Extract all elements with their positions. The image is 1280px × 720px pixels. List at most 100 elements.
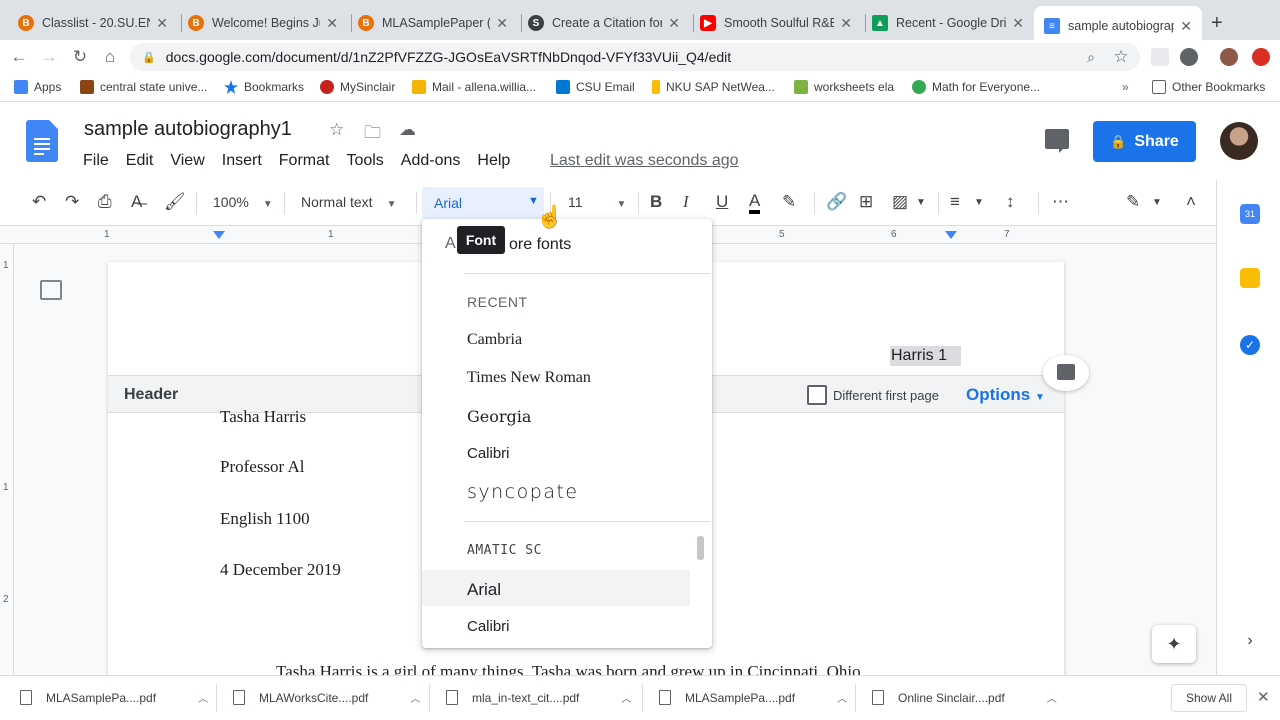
move-folder-icon[interactable]: 🗀 [364,120,381,149]
menu-file[interactable]: File [83,152,109,170]
text-color-icon[interactable]: A [749,192,761,214]
header-page-number[interactable]: Harris 1 [890,346,962,366]
bookmark-apps[interactable]: Apps [14,80,61,94]
bookmark-item[interactable]: central state unive... [80,80,207,94]
keep-icon[interactable] [1240,268,1260,288]
print-icon[interactable]: ⎙ [98,192,112,212]
different-first-page-checkbox[interactable] [807,385,827,405]
home-icon[interactable]: ⌂ [99,46,121,68]
bookmark-item[interactable]: MySinclair [320,80,395,94]
close-shelf-icon[interactable]: ✕ [1257,688,1270,706]
header-options-button[interactable]: Options ▼ [966,385,1045,405]
close-tab-icon[interactable]: ✕ [156,15,168,32]
undo-icon[interactable]: ↶ [32,192,46,212]
dropdown-scrollbar[interactable] [697,536,704,560]
bookmark-item[interactable]: Math for Everyone... [912,80,1040,94]
bookmarks-overflow-icon[interactable]: » [1122,80,1129,94]
extension-icon[interactable] [1180,48,1198,66]
right-indent-marker[interactable] [945,231,957,239]
share-button[interactable]: 🔒 Share [1093,121,1196,162]
document-title[interactable]: sample autobiography1 [84,118,292,141]
menu-addons[interactable]: Add-ons [401,152,461,170]
close-tab-icon[interactable]: ✕ [1180,18,1192,35]
font-size-select[interactable]: 11 ▼ [568,194,626,210]
close-tab-icon[interactable]: ✕ [668,15,680,32]
bookmark-item[interactable]: Bookmarks [224,80,304,94]
font-option-amatic-sc[interactable]: AMATIC SC [467,543,542,558]
explore-icon[interactable]: ✦ [1152,625,1196,663]
browser-tab[interactable]: ▲ Recent - Google Driv... ✕ [862,6,1034,40]
download-item[interactable]: MLAWorksCite....pdf ︿ [233,690,420,705]
menu-format[interactable]: Format [279,152,330,170]
account-avatar[interactable] [1220,122,1258,160]
line-spacing-icon[interactable]: ↕ [1006,192,1015,212]
document-outline-icon[interactable] [40,280,62,300]
menu-insert[interactable]: Insert [222,152,262,170]
font-option-calibri[interactable]: Calibri [467,618,510,635]
chevron-down-icon[interactable]: ▼ [916,197,926,208]
forward-icon[interactable]: → [38,46,60,68]
browser-tab[interactable]: B Welcome! Begins Ju... ✕ [178,6,348,40]
cloud-saved-icon[interactable]: ☁ [399,120,416,140]
bookmark-item[interactable]: CSU Email [556,80,635,94]
menu-tools[interactable]: Tools [346,152,383,170]
font-select[interactable]: Arial ▼ [422,187,544,219]
reload-icon[interactable]: ↻ [69,46,91,68]
zoom-icon[interactable]: ⌕ [1080,46,1102,68]
tasks-icon[interactable]: ✓ [1240,335,1260,355]
download-item[interactable]: mla_in-text_cit....pdf ︿ [446,690,631,705]
spellcheck-icon[interactable]: A̶ [131,192,142,212]
browser-tab[interactable]: B MLASamplePaper (1... ✕ [348,6,518,40]
other-bookmarks[interactable]: Other Bookmarks [1152,80,1265,94]
doc-line[interactable]: Tasha Harris [220,407,306,427]
chevron-up-icon[interactable]: ︿ [1047,690,1057,705]
font-option-cambria[interactable]: Cambria [467,331,522,349]
extension-icon[interactable] [1151,48,1169,66]
close-tab-icon[interactable]: ✕ [326,15,338,32]
back-icon[interactable]: ← [8,46,30,68]
chevron-down-icon[interactable]: ▼ [974,197,984,208]
close-tab-icon[interactable]: ✕ [496,15,508,32]
more-fonts-item[interactable]: ore fonts [509,236,571,254]
underline-icon[interactable]: U [716,192,728,212]
collapse-menus-icon[interactable]: ˄ [1186,192,1196,212]
download-item[interactable]: Online Sinclair....pdf ︿ [872,690,1057,705]
browser-tab[interactable]: B Classlist - 20.SU.EN... ✕ [8,6,178,40]
add-comment-icon[interactable]: ⊞ [859,192,873,212]
browser-tab[interactable]: ▶ Smooth Soulful R&B... ✕ [690,6,862,40]
doc-line[interactable]: 4 December 2019 [220,560,341,580]
font-option-times-new-roman[interactable]: Times New Roman [467,369,591,387]
bookmark-star-icon[interactable]: ☆ [1110,46,1132,68]
doc-line[interactable]: Professor Al [220,457,305,477]
comments-icon[interactable] [1045,129,1069,153]
bold-icon[interactable]: B [650,192,662,212]
address-bar[interactable]: 🔒 docs.google.com/document/d/1nZ2PfVFZZG… [130,43,1140,71]
show-all-downloads-button[interactable]: Show All [1171,684,1247,712]
add-comment-fab-icon[interactable] [1043,355,1089,391]
insert-image-icon[interactable]: ▨ [892,192,908,212]
vertical-ruler[interactable]: 1 1 2 [0,244,14,675]
link-icon[interactable]: 🔗 [826,192,847,212]
italic-icon[interactable]: I [683,192,689,212]
bookmark-item[interactable]: worksheets ela [794,80,894,94]
align-icon[interactable]: ≡ [950,192,960,212]
browser-tab[interactable]: S Create a Citation for... ✕ [518,6,690,40]
menu-view[interactable]: View [170,152,204,170]
doc-body-paragraph[interactable]: Tasha Harris is a girl of many things. T… [276,662,865,675]
redo-icon[interactable]: ↷ [65,192,79,212]
font-option-calibri[interactable]: Calibri [467,445,510,462]
google-docs-logo-icon[interactable] [26,120,58,162]
menu-help[interactable]: Help [477,152,510,170]
font-option-arial[interactable]: Arial [467,580,501,600]
extension-icon[interactable] [1252,48,1270,66]
expand-panel-icon[interactable]: › [1240,632,1260,652]
left-indent-marker[interactable] [213,231,225,239]
bookmark-item[interactable]: Mail - allena.willia... [412,80,536,94]
zoom-select[interactable]: 100% ▼ [213,194,273,210]
style-select[interactable]: Normal text ▼ [301,194,396,210]
chevron-up-icon[interactable]: ︿ [621,690,631,705]
download-item[interactable]: MLASamplePa....pdf ︿ [20,690,208,705]
more-icon[interactable]: ⋯ [1052,192,1069,212]
doc-line[interactable]: English 1100 [220,509,310,529]
chevron-up-icon[interactable]: ︿ [410,690,420,705]
